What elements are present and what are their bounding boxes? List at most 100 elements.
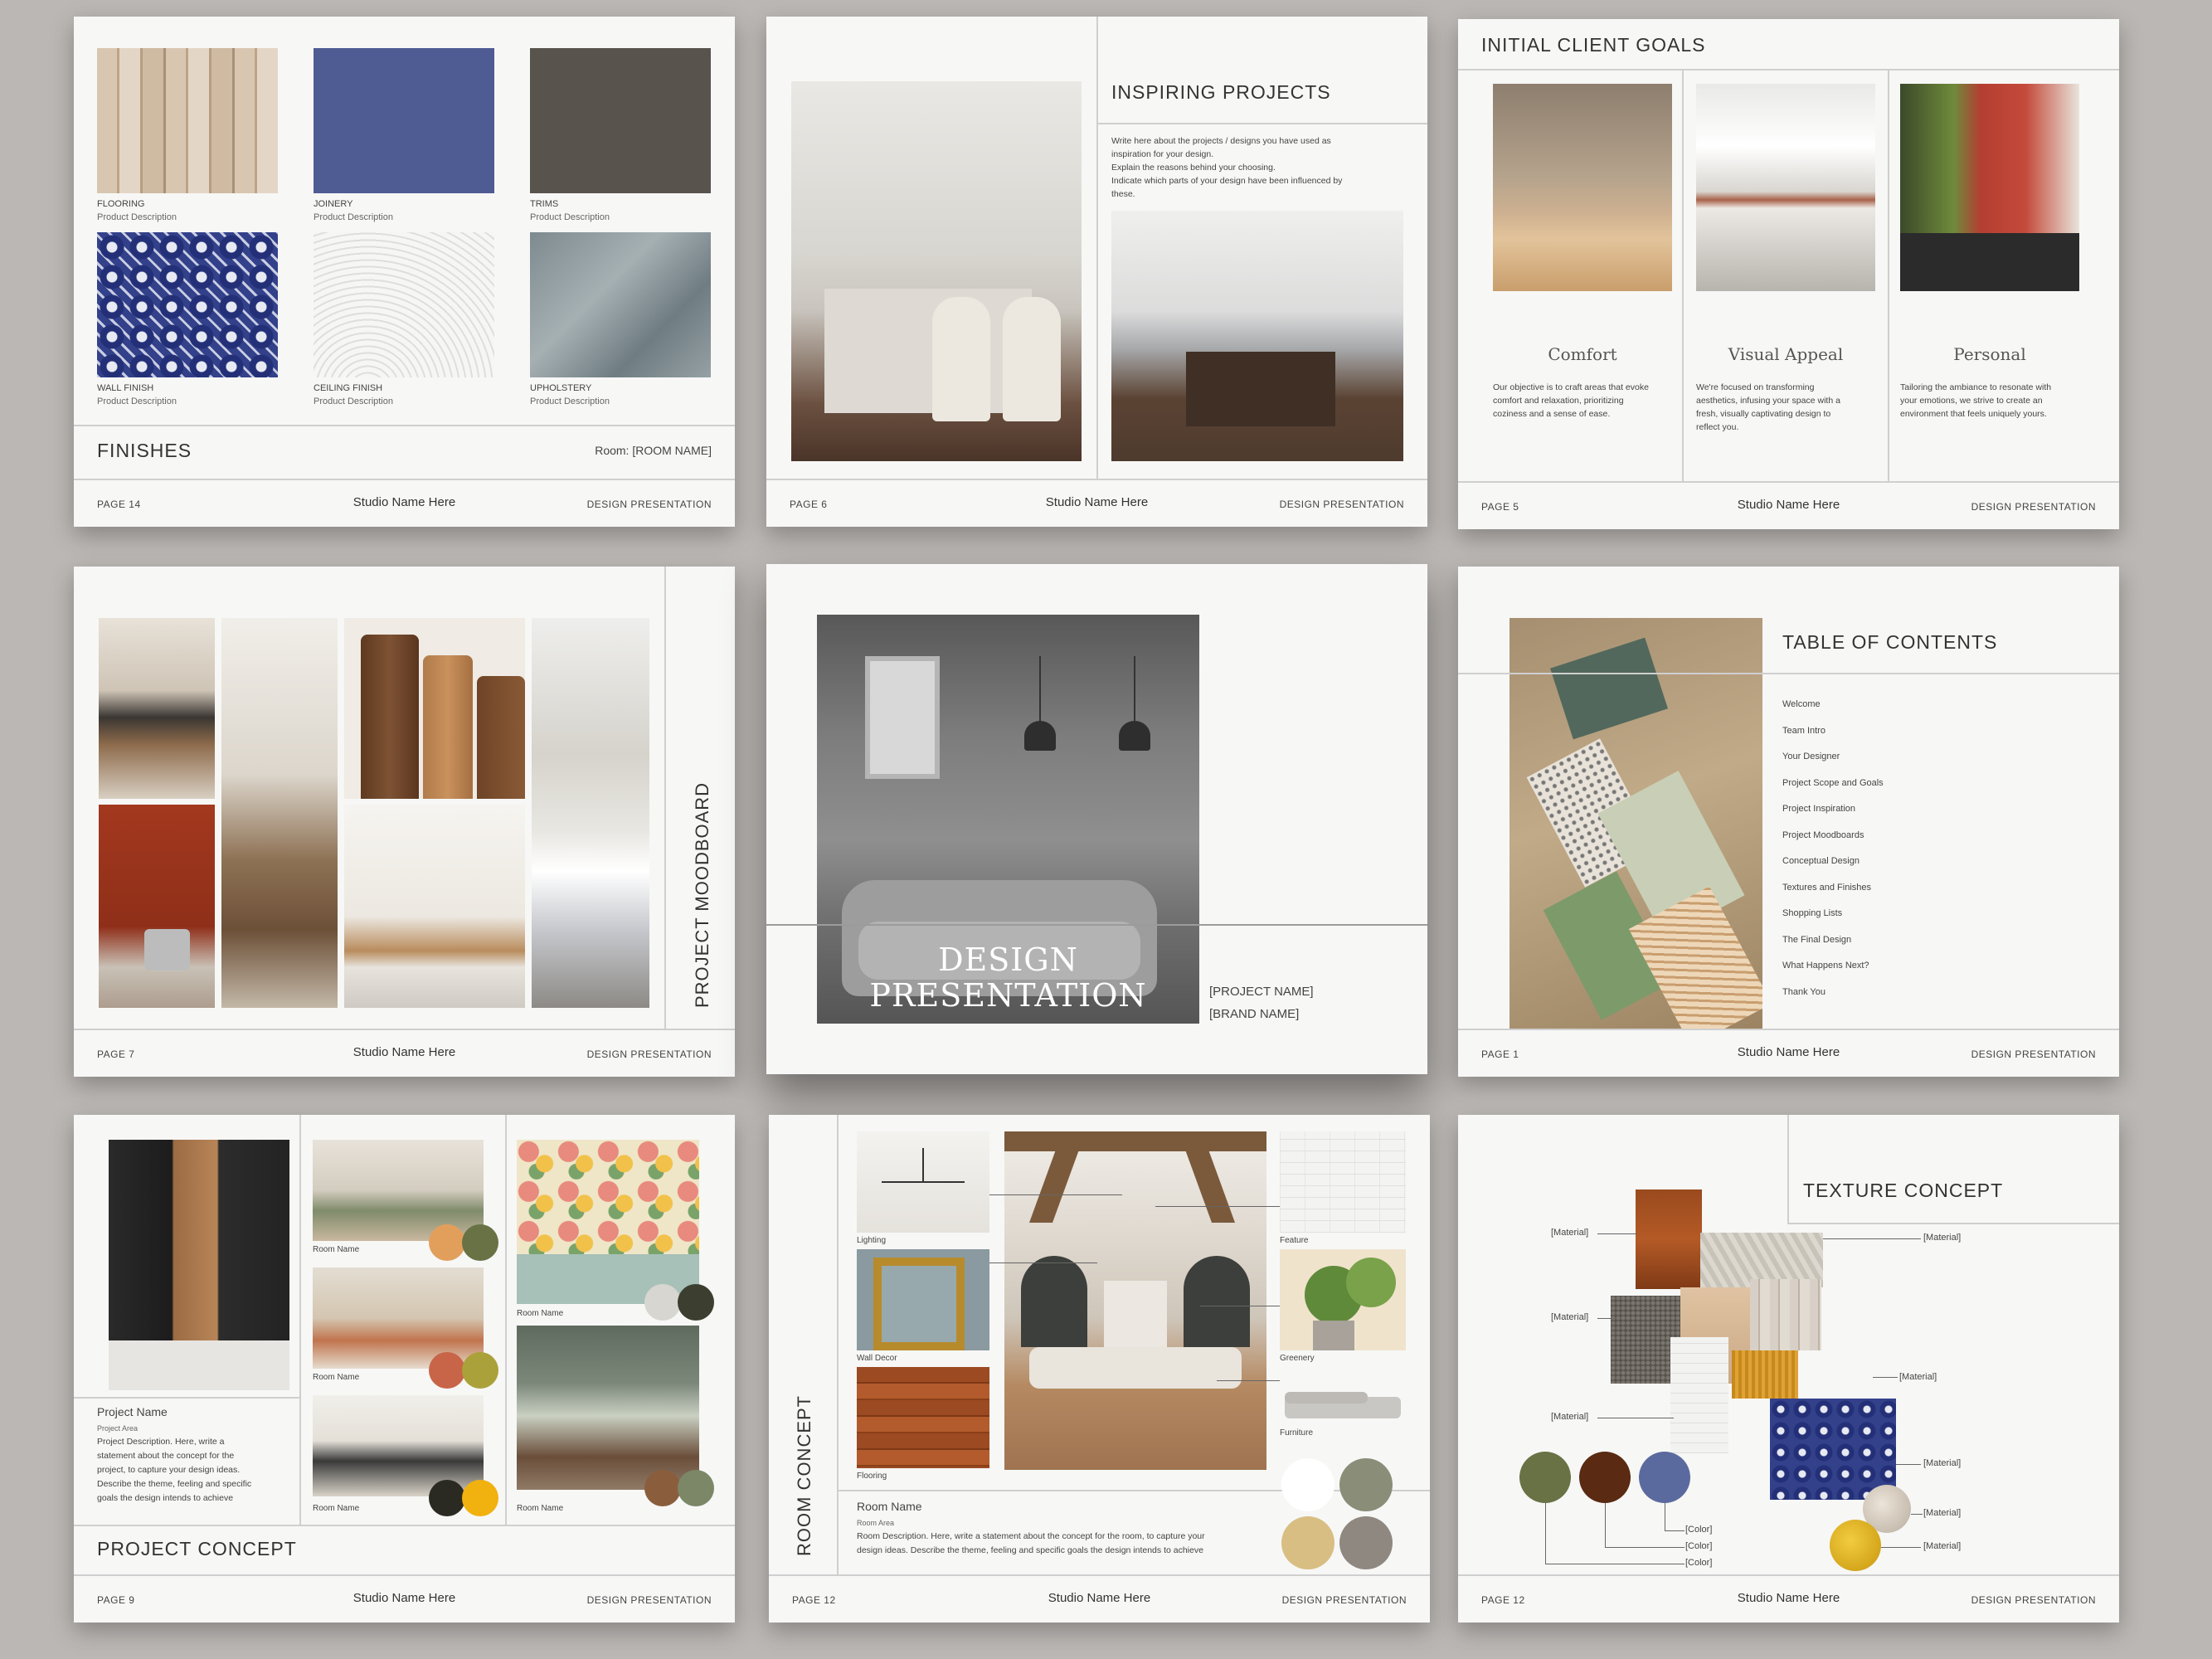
page-title: ROOM CONCEPT bbox=[794, 1394, 814, 1556]
toc-item[interactable]: Project Inspiration bbox=[1782, 804, 1855, 814]
body-line-3: Explain the reasons behind your choosing… bbox=[1111, 163, 1276, 173]
ceiling-finish-desc: Product Description bbox=[314, 397, 393, 406]
callout-line bbox=[1911, 1514, 1923, 1515]
upholstery-label: UPHOLSTERY bbox=[530, 383, 592, 393]
feature-label: Feature bbox=[1280, 1236, 1309, 1245]
material-label: [Material] bbox=[1899, 1372, 1937, 1382]
material-label: [Material] bbox=[1551, 1228, 1589, 1238]
toc-item[interactable]: Your Designer bbox=[1782, 752, 1840, 761]
room-desc-line: design ideas. Describe the theme, feelin… bbox=[857, 1545, 1203, 1555]
callout-line bbox=[1896, 1464, 1921, 1465]
material-label: [Material] bbox=[1923, 1541, 1962, 1551]
room-photo bbox=[313, 1395, 484, 1496]
project-desc-line: goals the design intends to achieve bbox=[97, 1493, 234, 1503]
color-swatch bbox=[429, 1480, 465, 1516]
body-line-2: inspiration for your design. bbox=[1111, 149, 1214, 159]
color-swatch bbox=[678, 1470, 714, 1506]
room-name: Room: [ROOM NAME] bbox=[595, 444, 712, 457]
divider bbox=[1888, 69, 1889, 481]
toc-item[interactable]: Welcome bbox=[1782, 699, 1821, 709]
concept-main-photo bbox=[109, 1140, 289, 1390]
goal-text-line: We're focused on transforming bbox=[1696, 382, 1815, 392]
divider bbox=[1458, 673, 2119, 674]
page-footer: PAGE 6 Studio Name Here DESIGN PRESENTAT… bbox=[766, 479, 1427, 527]
room-desc-line: Room Description. Here, write a statemen… bbox=[857, 1531, 1205, 1541]
color-label: [Color] bbox=[1685, 1541, 1713, 1551]
goal-text-line: comfort and relaxation, prioritizing bbox=[1493, 396, 1624, 406]
callout-line bbox=[1665, 1530, 1685, 1531]
body-line-5: these. bbox=[1111, 189, 1135, 199]
page-finishes: FLOORING Product Description JOINERY Pro… bbox=[74, 17, 735, 527]
project-name: [PROJECT NAME] bbox=[1209, 985, 1314, 999]
divider bbox=[664, 567, 666, 1029]
trims-desc: Product Description bbox=[530, 212, 610, 222]
texture-mustard bbox=[1732, 1350, 1798, 1399]
page-title: TABLE OF CONTENTS bbox=[1782, 631, 1998, 653]
footer-label: DESIGN PRESENTATION bbox=[586, 1594, 712, 1606]
toc-item[interactable]: Project Scope and Goals bbox=[1782, 778, 1884, 788]
footer-label: DESIGN PRESENTATION bbox=[1971, 1048, 2096, 1060]
texture-gold bbox=[1830, 1520, 1881, 1571]
room-name-label: Room Name bbox=[517, 1504, 564, 1513]
room-photo bbox=[517, 1326, 699, 1490]
callout-line bbox=[1881, 1547, 1921, 1548]
footer-label: DESIGN PRESENTATION bbox=[1281, 1594, 1407, 1606]
room-name-label: Room Name bbox=[517, 1309, 564, 1318]
room-main-photo bbox=[1004, 1131, 1266, 1470]
page-footer: PAGE 12 Studio Name Here DESIGN PRESENTA… bbox=[1458, 1574, 2119, 1623]
page-title: TEXTURE CONCEPT bbox=[1803, 1180, 2004, 1201]
toc-item[interactable]: Thank You bbox=[1782, 987, 1826, 997]
toc-item[interactable]: Project Moodboards bbox=[1782, 830, 1864, 840]
materials-photo bbox=[1510, 618, 1762, 1029]
goal-text-line: coziness and a sense of ease. bbox=[1493, 409, 1611, 419]
page-moodboard: PROJECT MOODBOARD PAGE 7 Studio Name Her… bbox=[74, 567, 735, 1077]
project-desc-line: project, to capture your design ideas. bbox=[97, 1465, 241, 1475]
project-area: Project Area bbox=[97, 1424, 139, 1433]
callout-line bbox=[989, 1194, 1122, 1195]
divider bbox=[74, 1525, 735, 1526]
toc-item[interactable]: Conceptual Design bbox=[1782, 856, 1860, 866]
room-name: Room Name bbox=[857, 1500, 922, 1513]
callout-line bbox=[1605, 1503, 1606, 1547]
callout-line bbox=[1597, 1318, 1614, 1319]
divider bbox=[74, 425, 735, 426]
toc-item[interactable]: The Final Design bbox=[1782, 935, 1851, 945]
material-label: [Material] bbox=[1923, 1458, 1962, 1468]
color-swatch bbox=[429, 1352, 465, 1389]
wall-finish-swatch bbox=[97, 232, 278, 377]
color-swatch bbox=[1281, 1458, 1334, 1511]
room-photo bbox=[313, 1140, 484, 1241]
toc-item[interactable]: Shopping Lists bbox=[1782, 908, 1842, 918]
flooring-photo bbox=[857, 1367, 989, 1468]
wall-finish-desc: Product Description bbox=[97, 397, 177, 406]
flooring-label: FLOORING bbox=[97, 199, 145, 209]
page-footer: PAGE 14 Studio Name Here DESIGN PRESENTA… bbox=[74, 479, 735, 527]
goal-title-comfort: Comfort bbox=[1548, 344, 1617, 364]
room-name-label: Room Name bbox=[313, 1504, 360, 1513]
page-cover: DESIGN PRESENTATION [PROJECT NAME] [BRAN… bbox=[766, 564, 1427, 1074]
callout-line bbox=[1597, 1233, 1637, 1234]
toc-item[interactable]: What Happens Next? bbox=[1782, 961, 1869, 971]
page-footer: PAGE 9 Studio Name Here DESIGN PRESENTAT… bbox=[74, 1574, 735, 1623]
flooring-label: Flooring bbox=[857, 1472, 887, 1481]
brand-name: [BRAND NAME] bbox=[1209, 1007, 1300, 1021]
flooring-desc: Product Description bbox=[97, 212, 177, 222]
cover-title: DESIGN bbox=[938, 941, 1078, 978]
toc-item[interactable]: Textures and Finishes bbox=[1782, 883, 1871, 893]
ceiling-finish-label: CEILING FINISH bbox=[314, 383, 383, 393]
material-label: [Material] bbox=[1923, 1508, 1962, 1518]
visual-appeal-photo bbox=[1696, 84, 1875, 291]
goal-text-line: Our objective is to craft areas that evo… bbox=[1493, 382, 1649, 392]
ceiling-finish-swatch bbox=[314, 232, 494, 377]
color-swatch bbox=[644, 1284, 681, 1321]
room-photo bbox=[517, 1140, 699, 1304]
toc-item[interactable]: Team Intro bbox=[1782, 726, 1826, 736]
screen: { "footer": {"studio": "Studio Name Here… bbox=[0, 0, 2212, 1659]
texture-rust bbox=[1636, 1190, 1702, 1289]
personal-photo bbox=[1900, 84, 2079, 291]
page-project-concept: Project Name Project Area Project Descri… bbox=[74, 1115, 735, 1623]
color-swatch-blue bbox=[1639, 1452, 1690, 1503]
page-title: INITIAL CLIENT GOALS bbox=[1481, 34, 1706, 56]
wall-decor-label: Wall Decor bbox=[857, 1354, 897, 1363]
divider bbox=[1458, 69, 2119, 71]
